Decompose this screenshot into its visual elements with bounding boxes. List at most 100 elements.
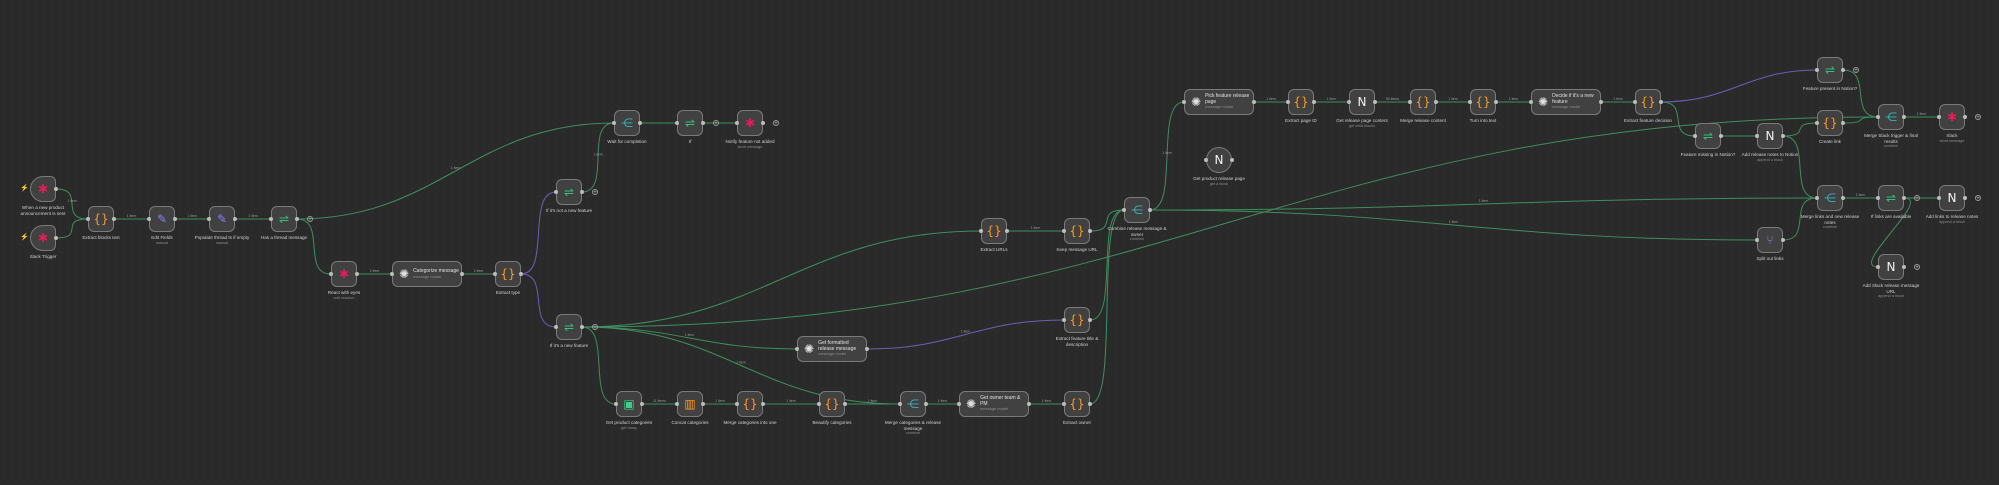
input-port[interactable] — [1062, 402, 1066, 406]
node-add-slack-url[interactable]: N — [1878, 254, 1904, 280]
output-port[interactable] — [580, 325, 584, 329]
node-split-links[interactable]: ⑂ — [1757, 227, 1783, 253]
add-node-plus-icon[interactable]: + — [592, 189, 598, 196]
node-populate-thread[interactable]: ✎ — [209, 206, 235, 232]
node-slack-final[interactable]: ✱ — [1939, 104, 1965, 130]
input-port[interactable] — [614, 402, 618, 406]
output-port[interactable] — [1902, 115, 1906, 119]
input-port[interactable] — [1755, 134, 1759, 138]
add-node-plus-icon[interactable]: + — [1914, 195, 1920, 202]
output-port[interactable] — [173, 217, 177, 221]
output-port[interactable] — [295, 217, 299, 221]
input-port[interactable] — [329, 272, 333, 276]
add-node-plus-icon[interactable]: + — [592, 324, 598, 331]
output-port[interactable] — [865, 347, 869, 351]
output-port[interactable] — [1230, 158, 1234, 162]
node-add-release-notes[interactable]: N — [1757, 123, 1783, 149]
node-if-plain[interactable]: ⇌ — [677, 110, 703, 136]
input-port[interactable] — [1937, 115, 1941, 119]
node-beautify-categories[interactable]: {} — [819, 391, 845, 417]
input-port[interactable] — [1286, 100, 1290, 104]
node-extract-owner[interactable]: {} — [1064, 391, 1090, 417]
node-extract-type[interactable]: {} — [495, 261, 521, 287]
output-port[interactable] — [1781, 134, 1785, 138]
node-if-new[interactable]: ⇌ — [556, 314, 582, 340]
node-concat-categories[interactable]: ▥ — [677, 391, 703, 417]
input-port[interactable] — [898, 402, 902, 406]
output-port[interactable] — [638, 121, 642, 125]
output-port[interactable] — [1841, 68, 1845, 72]
node-merge-release-content[interactable]: {} — [1410, 89, 1436, 115]
output-port[interactable] — [1088, 318, 1092, 322]
input-port[interactable] — [1937, 196, 1941, 200]
output-port[interactable] — [1088, 402, 1092, 406]
output-port[interactable] — [1719, 134, 1723, 138]
input-port[interactable] — [269, 217, 273, 221]
node-extract-blocks[interactable]: {} — [88, 206, 114, 232]
input-port[interactable] — [1122, 208, 1126, 212]
output-port[interactable] — [1088, 229, 1092, 233]
node-get-formatted[interactable]: ✺ Get formatted release message message mo… — [797, 336, 867, 362]
input-port[interactable] — [1876, 265, 1880, 269]
output-port[interactable] — [54, 236, 58, 240]
connection-combine_release-to-split_links[interactable] — [1149, 209, 1758, 241]
input-port[interactable] — [1182, 100, 1186, 104]
output-port[interactable] — [1434, 100, 1438, 104]
output-port[interactable] — [1841, 121, 1845, 125]
node-if-links[interactable]: ⇌ — [1878, 185, 1904, 211]
output-port[interactable] — [1027, 402, 1031, 406]
input-port[interactable] — [147, 217, 151, 221]
node-trig-new[interactable]: ✱ — [30, 176, 56, 202]
input-port[interactable] — [817, 402, 821, 406]
node-wait[interactable]: ⋲ — [614, 110, 640, 136]
input-port[interactable] — [1062, 229, 1066, 233]
node-merge-cat-release[interactable]: ⋲ — [900, 391, 926, 417]
node-notify-not-added[interactable]: ✱ — [737, 110, 763, 136]
node-keep-url[interactable]: {} — [1064, 218, 1090, 244]
output-port[interactable] — [460, 272, 464, 276]
connection-extract_type-to-if_not_new[interactable] — [520, 191, 557, 275]
output-port[interactable] — [1902, 196, 1906, 200]
node-react-eyes[interactable]: ✱ — [331, 261, 357, 287]
output-port[interactable] — [519, 272, 523, 276]
connection-combine_release-to-pick_feature[interactable] — [1149, 101, 1185, 211]
node-edit-fields[interactable]: ✎ — [149, 206, 175, 232]
input-port[interactable] — [1468, 100, 1472, 104]
output-port[interactable] — [355, 272, 359, 276]
node-if-not-new[interactable]: ⇌ — [556, 179, 582, 205]
output-port[interactable] — [1781, 238, 1785, 242]
node-create-link[interactable]: {} — [1817, 110, 1843, 136]
input-port[interactable] — [1815, 121, 1819, 125]
connection-create_link-to-merge_slack_trigger[interactable] — [1842, 116, 1879, 124]
connection-add_release_notes-to-create_link[interactable] — [1782, 122, 1818, 137]
node-extract-urls[interactable]: {} — [981, 218, 1007, 244]
input-port[interactable] — [1876, 196, 1880, 200]
add-node-plus-icon[interactable]: + — [1914, 264, 1920, 271]
output-port[interactable] — [54, 187, 58, 191]
output-port[interactable] — [1312, 100, 1316, 104]
input-port[interactable] — [554, 325, 558, 329]
connection-extract_type-to-if_new[interactable] — [520, 273, 557, 328]
output-port[interactable] — [924, 402, 928, 406]
output-port[interactable] — [1252, 100, 1256, 104]
connection-has_thread-to-react_eyes[interactable] — [296, 218, 332, 275]
output-port[interactable] — [1841, 196, 1845, 200]
output-port[interactable] — [1659, 100, 1663, 104]
input-port[interactable] — [1633, 100, 1637, 104]
add-node-plus-icon[interactable]: + — [1853, 67, 1859, 74]
input-port[interactable] — [554, 190, 558, 194]
output-port[interactable] — [112, 217, 116, 221]
input-port[interactable] — [795, 347, 799, 351]
node-get-owner[interactable]: ✺ Get owner team & PM message model — [959, 391, 1029, 417]
node-combine-release[interactable]: ⋲ — [1124, 197, 1150, 223]
node-categorize[interactable]: ✺ Categorize message message model — [392, 261, 462, 287]
input-port[interactable] — [735, 121, 739, 125]
node-pick-feature[interactable]: ✺ Pick feature release page message model — [1184, 89, 1254, 115]
connection-if_new-to-extract_urls[interactable] — [581, 230, 982, 328]
output-port[interactable] — [761, 121, 765, 125]
connection-extract_decision-to-feature_present[interactable] — [1660, 69, 1818, 103]
output-port[interactable] — [580, 190, 584, 194]
node-add-links[interactable]: N — [1939, 185, 1965, 211]
node-turn-into-text[interactable]: {} — [1470, 89, 1496, 115]
output-port[interactable] — [1494, 100, 1498, 104]
